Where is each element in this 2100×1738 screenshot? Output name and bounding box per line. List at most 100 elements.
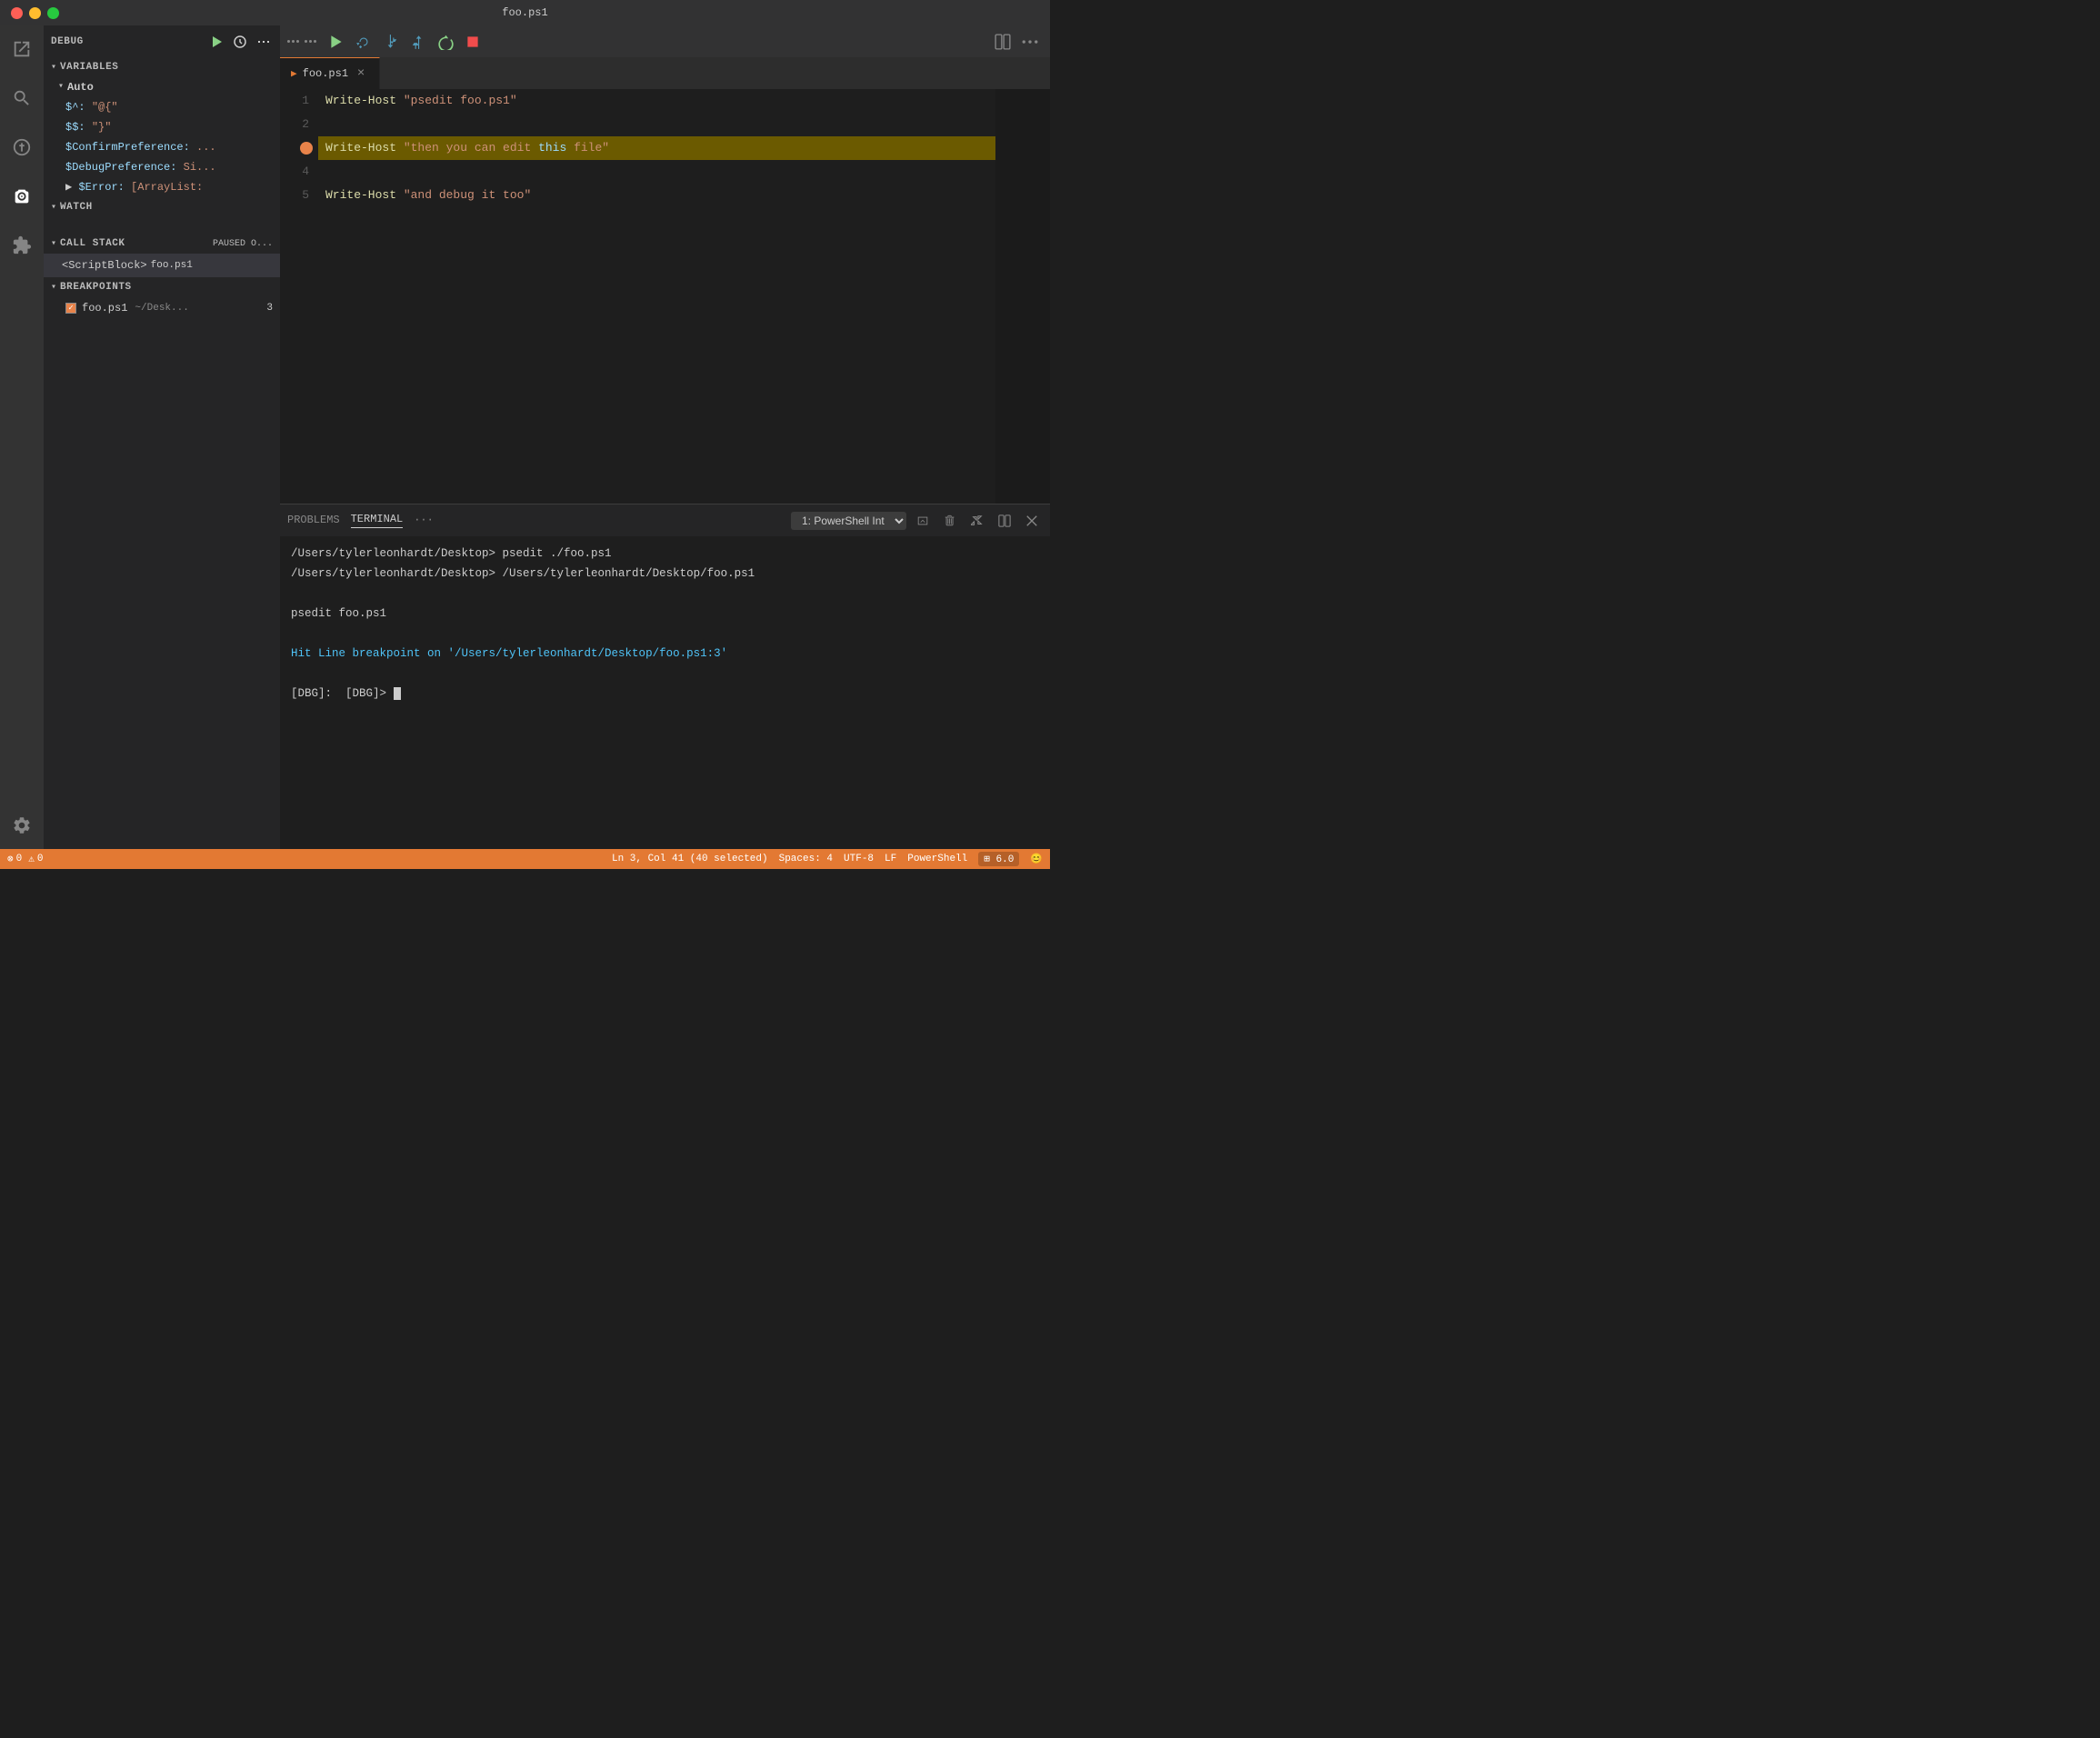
chevron-down-icon: ▾ [51,62,56,73]
callstack-badge: PAUSED O... [213,239,273,249]
code-line-2 [318,113,995,136]
terminal-line [291,664,1039,684]
debug-play-button[interactable] [207,33,225,51]
new-terminal-button[interactable] [912,510,934,532]
feedback-icon[interactable]: 😊 [1030,853,1043,865]
var-item: $^: "@{" [44,97,280,117]
powershell-file-icon: ▶ [291,67,297,80]
more-tabs-button[interactable]: ··· [414,514,434,528]
status-right: Ln 3, Col 41 (40 selected) Spaces: 4 UTF… [612,852,1043,866]
minimize-button[interactable] [29,7,41,19]
terminal-line: Hit Line breakpoint on '/Users/tylerleon… [291,644,1039,664]
terminal-selector[interactable]: 1: PowerShell Int [791,512,906,530]
window-title: foo.ps1 [502,6,547,19]
terminal-line [291,624,1039,644]
indentation[interactable]: Spaces: 4 [779,854,833,864]
terminal-line: /Users/tylerleonhardt/Desktop> /Users/ty… [291,564,1039,584]
terminal-cursor [394,687,401,700]
error-count-value: 0 [16,854,23,864]
terminal-line: psedit foo.ps1 [291,604,1039,624]
code-line-3: Write-Host "then you can edit this file" [318,136,995,160]
language-mode[interactable]: PowerShell [907,854,967,864]
code-line-1: Write-Host "psedit foo.ps1" [318,89,995,113]
line-numbers: 1 2 3 4 5 [280,89,318,504]
stop-button[interactable] [460,29,485,55]
status-bar: ⊗ 0 ⚠ 0 Ln 3, Col 41 (40 selected) Space… [0,849,1050,869]
callstack-section-header[interactable]: ▾ CALL STACK PAUSED O... [44,234,280,254]
panel-tab-bar: PROBLEMS TERMINAL ··· 1: PowerShell Int [280,504,1050,536]
debug-header: DEBUG [44,25,280,57]
maximize-panel-button[interactable] [966,510,988,532]
debug-label: DEBUG [51,36,202,47]
step-over-button[interactable] [351,29,376,55]
watch-section-header[interactable]: ▾ WATCH [44,197,280,217]
var-item: $DebugPreference: Si... [44,157,280,177]
more-actions-button[interactable] [1017,29,1043,55]
encoding[interactable]: UTF-8 [844,854,874,864]
callstack-label: CALL STACK [60,238,205,249]
close-panel-button[interactable] [1021,510,1043,532]
terminal-line [291,584,1039,604]
drag-handle[interactable] [287,40,316,43]
cursor-position[interactable]: Ln 3, Col 41 (40 selected) [612,854,768,864]
chevron-down-icon: ▾ [51,282,56,293]
callstack-item[interactable]: <ScriptBlock> foo.ps1 [44,254,280,277]
terminal-tab[interactable]: TERMINAL [351,513,404,528]
variables-section-header[interactable]: ▾ VARIABLES [44,57,280,77]
breakpoints-section-header[interactable]: ▾ BREAKPOINTS [44,277,280,297]
code-line-4 [318,160,995,184]
explorer-icon[interactable] [5,33,38,65]
tab-name: foo.ps1 [303,67,348,80]
breakpoints-label: BREAKPOINTS [60,282,273,293]
terminal-prompt-line: [DBG]: [DBG]> [291,684,1039,704]
line-ending[interactable]: LF [885,854,896,864]
error-icon: ⊗ [7,853,14,865]
variables-panel: ▾ VARIABLES ▾ Auto $^: "@{" $$: "}" $Con… [44,57,280,197]
extensions-icon[interactable] [5,229,38,262]
titlebar: foo.ps1 [0,0,1050,25]
window-controls[interactable] [11,7,59,19]
editor-area[interactable]: 1 2 3 4 5 Write-Host "psedit foo.ps1" Wr… [280,89,1050,504]
error-count[interactable]: ⊗ 0 ⚠ 0 [7,853,43,865]
activity-bar [0,25,44,849]
step-into-button[interactable] [378,29,404,55]
auto-group-header[interactable]: ▾ Auto [44,77,280,97]
sidebar: DEBUG ▾ VARIABLES ▾ Auto $^: "@{" [44,25,280,849]
split-editor-button[interactable] [990,29,1015,55]
content-area: ▶ foo.ps1 × 1 2 3 4 5 Write-Host "psedit… [280,25,1050,849]
tab-foo-ps1[interactable]: ▶ foo.ps1 × [280,57,380,89]
breakpoint-checkbox[interactable]: ✓ [65,303,76,314]
git-icon[interactable] [5,131,38,164]
callstack-panel: ▾ CALL STACK PAUSED O... <ScriptBlock> f… [44,234,280,277]
watch-panel: ▾ WATCH [44,197,280,234]
search-icon[interactable] [5,82,38,115]
debug-icon[interactable] [5,180,38,213]
breakpoints-panel: ▾ BREAKPOINTS ✓ foo.ps1 ~/Desk... 3 [44,277,280,319]
debug-more-button[interactable] [255,33,273,51]
maximize-button[interactable] [47,7,59,19]
code-editor[interactable]: Write-Host "psedit foo.ps1" Write-Host "… [318,89,995,504]
var-item: $ConfirmPreference: ... [44,137,280,157]
editor-tabs: ▶ foo.ps1 × [280,57,1050,89]
delete-terminal-button[interactable] [939,510,961,532]
continue-button[interactable] [324,29,349,55]
main-container: DEBUG ▾ VARIABLES ▾ Auto $^: "@{" [0,25,1050,849]
powershell-version[interactable]: ⊞ 6.0 [978,852,1019,866]
tab-close-button[interactable]: × [354,66,368,81]
restart-button[interactable] [433,29,458,55]
watch-label: WATCH [60,202,273,213]
terminal-line: /Users/tylerleonhardt/Desktop> psedit ./… [291,544,1039,564]
close-button[interactable] [11,7,23,19]
settings-icon[interactable] [5,809,38,842]
chevron-down-icon: ▾ [51,238,56,249]
debug-settings-button[interactable] [231,33,249,51]
step-out-button[interactable] [405,29,431,55]
debug-toolbar [280,25,1050,57]
panel-actions: 1: PowerShell Int [791,510,1043,532]
terminal-content[interactable]: /Users/tylerleonhardt/Desktop> psedit ./… [280,536,1050,849]
split-terminal-button[interactable] [994,510,1015,532]
status-left: ⊗ 0 ⚠ 0 [7,853,43,865]
problems-tab[interactable]: PROBLEMS [287,514,340,528]
chevron-down-icon: ▾ [51,202,56,213]
breakpoint-item[interactable]: ✓ foo.ps1 ~/Desk... 3 [44,297,280,319]
